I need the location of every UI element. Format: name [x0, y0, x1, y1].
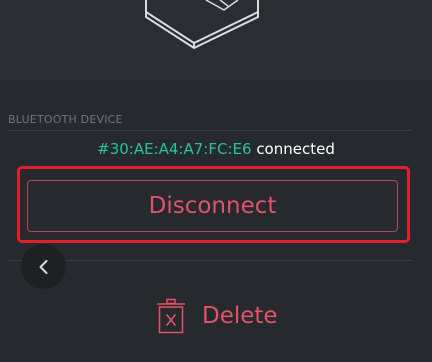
- device-illustration-area: [0, 0, 432, 80]
- device-address: #30:AE:A4:A7:FC:E6: [97, 140, 252, 158]
- connection-status: #30:AE:A4:A7:FC:E6 connected: [0, 140, 432, 158]
- delete-button[interactable]: Delete: [156, 296, 278, 336]
- action-divider: [8, 260, 412, 261]
- device-illustration-icon: [145, 0, 259, 50]
- disconnect-button[interactable]: Disconnect: [27, 180, 398, 232]
- delete-label: Delete: [202, 303, 278, 329]
- chevron-left-icon: [39, 259, 47, 274]
- section-divider: [8, 130, 412, 131]
- status-text: connected: [256, 140, 335, 158]
- trash-icon: [157, 298, 185, 334]
- back-button[interactable]: [21, 244, 66, 289]
- section-label: BLUETOOTH DEVICE: [8, 113, 123, 126]
